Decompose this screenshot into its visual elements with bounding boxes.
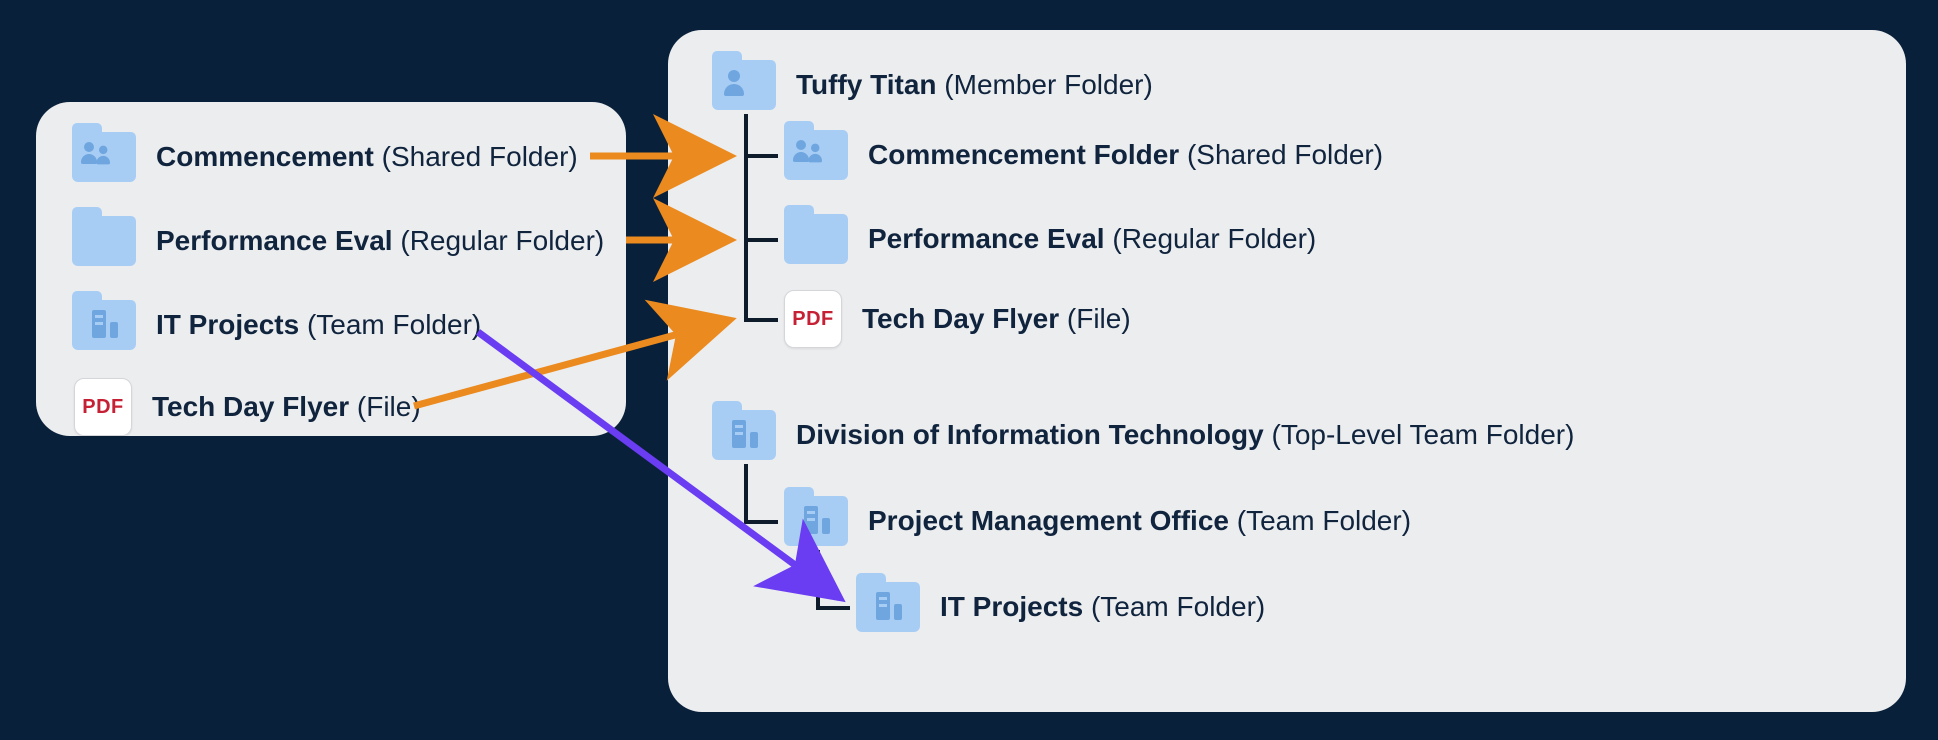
item-label: Performance Eval (Regular Folder) [868,223,1316,255]
item-label: IT Projects (Team Folder) [940,591,1265,623]
tree-line [744,238,778,242]
destination-panel: Tuffy Titan (Member Folder) Commencement… [668,30,1906,712]
item-label: Tech Day Flyer (File) [862,303,1131,335]
shared-folder-icon [784,130,848,180]
folder-icon [72,216,136,266]
item-label: Commencement (Shared Folder) [156,141,578,173]
pdf-file-icon: PDF [74,378,132,436]
folder-icon [784,214,848,264]
dest-tech-day-flyer: PDF Tech Day Flyer (File) [784,290,1131,348]
item-label: Performance Eval (Regular Folder) [156,225,604,257]
team-folder-icon [72,300,136,350]
shared-folder-icon [72,132,136,182]
dest-team-child: Project Management Office (Team Folder) [784,496,1411,546]
dest-team-grandchild: IT Projects (Team Folder) [856,582,1265,632]
item-label: IT Projects (Team Folder) [156,309,481,341]
dest-commencement: Commencement Folder (Shared Folder) [784,130,1383,180]
dest-performance-eval: Performance Eval (Regular Folder) [784,214,1316,264]
item-label: Commencement Folder (Shared Folder) [868,139,1383,171]
item-label: Tech Day Flyer (File) [152,391,421,423]
tree-line [744,114,748,320]
dest-team-root: Division of Information Technology (Top-… [712,410,1574,460]
source-panel: Commencement (Shared Folder) Performance… [36,102,626,436]
team-folder-icon [712,410,776,460]
source-item-tech-day-flyer: PDF Tech Day Flyer (File) [74,378,421,436]
team-folder-icon [856,582,920,632]
pdf-file-icon: PDF [784,290,842,348]
tree-line [816,550,820,610]
item-label: Project Management Office (Team Folder) [868,505,1411,537]
member-folder-icon [712,60,776,110]
tree-line [744,520,778,524]
item-label: Division of Information Technology (Top-… [796,419,1574,451]
dest-member-root: Tuffy Titan (Member Folder) [712,60,1153,110]
team-folder-icon [784,496,848,546]
source-item-it-projects: IT Projects (Team Folder) [72,300,481,350]
tree-line [744,464,748,524]
item-label: Tuffy Titan (Member Folder) [796,69,1153,101]
tree-line [744,318,778,322]
tree-line [744,154,778,158]
tree-line [816,606,850,610]
source-item-commencement: Commencement (Shared Folder) [72,132,578,182]
source-item-performance-eval: Performance Eval (Regular Folder) [72,216,604,266]
